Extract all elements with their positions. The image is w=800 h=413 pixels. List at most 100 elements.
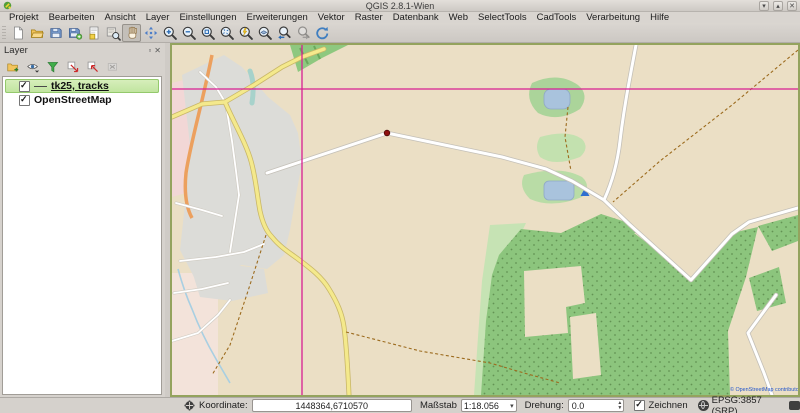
open-project-button[interactable] [27, 24, 46, 42]
zoom-last-icon [276, 25, 292, 41]
add-group-button[interactable] [4, 59, 21, 75]
menu-item-bearbeiten[interactable]: Bearbeiten [44, 12, 100, 23]
zoom-full-icon [219, 25, 235, 41]
open-project-icon [29, 25, 45, 41]
remove-layer-button[interactable] [104, 59, 121, 75]
menu-item-projekt[interactable]: Projekt [4, 12, 44, 23]
refresh-button[interactable] [312, 24, 331, 42]
menu-item-vektor[interactable]: Vektor [313, 12, 350, 23]
new-print-composer-button[interactable] [84, 24, 103, 42]
render-checkbox[interactable] [634, 400, 644, 411]
toolbar-grip[interactable] [2, 26, 6, 40]
zoom-to-layer-button[interactable] [255, 24, 274, 42]
zoom-in-icon [162, 25, 178, 41]
close-panel-button[interactable]: ✕ [154, 46, 161, 55]
zoom-in-button[interactable] [160, 24, 179, 42]
filter-legend-icon [46, 60, 60, 74]
menu-item-web[interactable]: Web [444, 12, 473, 23]
status-bar: Koordinate: Maßstab 1:18.056 ▾ Drehung: … [0, 397, 800, 413]
main-toolbar [0, 23, 800, 43]
rotation-spinbox[interactable]: 0.0 ▲▼ [568, 399, 625, 412]
save-project-as-button[interactable] [65, 24, 84, 42]
menu-item-raster[interactable]: Raster [350, 12, 388, 23]
menu-item-hilfe[interactable]: Hilfe [645, 12, 674, 23]
filter-legend-button[interactable] [44, 59, 61, 75]
manage-layer-visibility-icon [26, 60, 40, 74]
layer-name: tk25, tracks [51, 80, 109, 92]
zoom-full-button[interactable] [217, 24, 236, 42]
collapse-all-button[interactable] [84, 59, 101, 75]
spin-down-icon[interactable]: ▼ [617, 406, 622, 411]
map-canvas[interactable]: © OpenStreetMap contributors [170, 43, 800, 397]
zoom-to-selection-button[interactable] [236, 24, 255, 42]
globe-icon [698, 400, 709, 411]
menu-item-einstellungen[interactable]: Einstellungen [174, 12, 241, 23]
close-window-button[interactable]: ✕ [787, 1, 797, 11]
zoom-last-button[interactable] [274, 24, 293, 42]
composer-manager-button[interactable] [103, 24, 122, 42]
new-project-icon [10, 25, 26, 41]
zoom-to-selection-icon [238, 25, 254, 41]
crs-status[interactable]: EPSG:3857 (SRP) [698, 395, 783, 413]
layer-tree[interactable]: tk25, tracks OpenStreetMap [2, 76, 162, 395]
maximize-window-button[interactable]: ▴ [773, 1, 783, 11]
save-project-as-icon [67, 25, 83, 41]
menu-item-verarbeitung[interactable]: Verarbeitung [581, 12, 645, 23]
expand-all-button[interactable] [64, 59, 81, 75]
layer-item-tk25-tracks[interactable]: tk25, tracks [5, 79, 159, 93]
expand-all-icon [66, 60, 80, 74]
pan-to-selection-icon [143, 25, 159, 41]
layer-name: OpenStreetMap [34, 94, 112, 106]
menu-item-datenbank[interactable]: Datenbank [388, 12, 444, 23]
scale-value: 1:18.056 [464, 401, 508, 411]
menu-item-cadtools[interactable]: CadTools [532, 12, 582, 23]
coordinate-display-icon[interactable] [184, 400, 195, 411]
refresh-icon [314, 25, 330, 41]
menu-item-erweiterungen[interactable]: Erweiterungen [242, 12, 313, 23]
zoom-out-icon [181, 25, 197, 41]
layer-panel-title: Layer [4, 45, 28, 56]
layer-panel-header-buttons: ▫✕ [148, 46, 161, 55]
coordinate-input[interactable] [252, 399, 412, 412]
layer-item-openstreetmap[interactable]: OpenStreetMap [5, 93, 159, 107]
window-title: QGIS 2.8.1-Wien [0, 1, 800, 11]
pan-to-selection-button[interactable] [141, 24, 160, 42]
window-controls: ▾ ▴ ✕ [759, 1, 797, 11]
save-project-icon [48, 25, 64, 41]
pan-map-button[interactable] [122, 24, 141, 42]
menu-item-selecttools[interactable]: SelectTools [473, 12, 532, 23]
layer-panel-toolbar [0, 57, 165, 76]
zoom-native-icon [200, 25, 216, 41]
zoom-next-icon [295, 25, 311, 41]
menu-item-layer[interactable]: Layer [141, 12, 175, 23]
track-point-marker [384, 130, 390, 136]
menu-bar: ProjektBearbeitenAnsichtLayerEinstellung… [0, 12, 800, 23]
menu-item-ansicht[interactable]: Ansicht [100, 12, 141, 23]
coordinate-label: Koordinate: [199, 400, 248, 411]
zoom-next-button[interactable] [293, 24, 312, 42]
shade-window-button[interactable]: ▾ [759, 1, 769, 11]
float-panel-button[interactable]: ▫ [148, 46, 151, 55]
chevron-down-icon: ▾ [510, 402, 514, 410]
remove-layer-icon [106, 60, 120, 74]
manage-layer-visibility-button[interactable] [24, 59, 41, 75]
zoom-to-layer-icon [257, 25, 273, 41]
add-group-icon [6, 60, 20, 74]
messages-icon[interactable] [789, 401, 800, 410]
zoom-native-button[interactable] [198, 24, 217, 42]
collapse-all-icon [86, 60, 100, 74]
new-project-button[interactable] [8, 24, 27, 42]
osm-attribution: © OpenStreetMap contributors [730, 386, 798, 393]
save-project-button[interactable] [46, 24, 65, 42]
spin-arrows[interactable]: ▲▼ [617, 401, 623, 411]
composer-manager-icon [105, 25, 121, 41]
title-bar: QGIS 2.8.1-Wien ▾ ▴ ✕ [0, 0, 800, 12]
crs-label: EPSG:3857 (SRP) [712, 395, 783, 413]
zoom-out-button[interactable] [179, 24, 198, 42]
render-label: Zeichnen [649, 400, 688, 411]
scale-combobox[interactable]: 1:18.056 ▾ [461, 399, 517, 412]
layer-visibility-checkbox[interactable] [19, 95, 30, 106]
layer-panel: Layer ▫✕ tk25, tracks OpenStreetMap [0, 43, 165, 397]
pan-map-icon [124, 25, 140, 41]
layer-visibility-checkbox[interactable] [19, 81, 30, 92]
